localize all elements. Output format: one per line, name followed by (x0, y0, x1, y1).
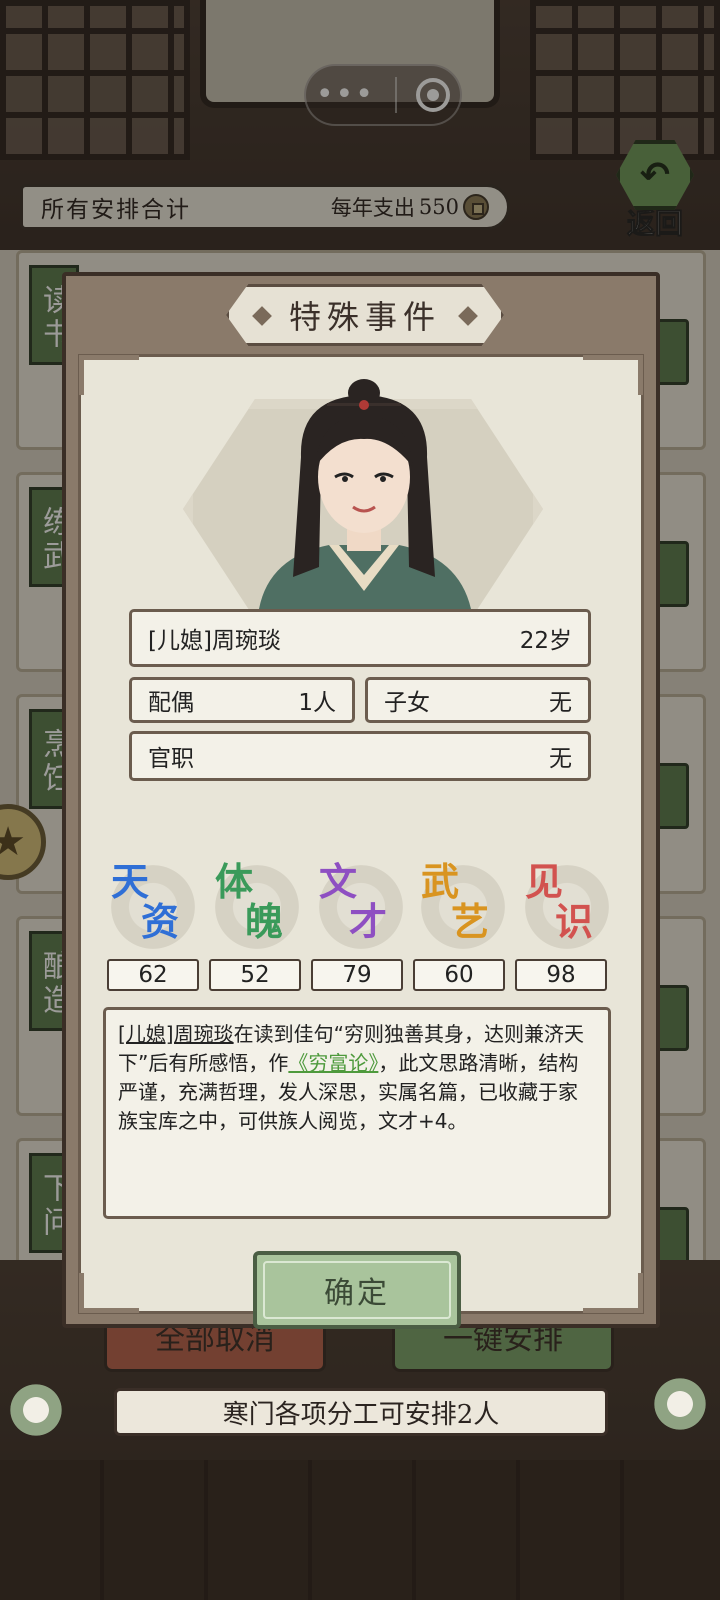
stat-char: 文 (319, 859, 358, 904)
stat-talent-value: 62 (107, 959, 199, 991)
stat-char: 体 (215, 859, 254, 904)
office-value: 无 (549, 746, 572, 772)
stat-char: 见 (525, 859, 564, 904)
stat-char: 识 (555, 899, 594, 944)
office-label: 官职 (148, 746, 194, 772)
children-label: 子女 (384, 690, 430, 716)
corner-ornament (79, 355, 139, 395)
stat-physique-value: 52 (209, 959, 301, 991)
stat-insight-value: 98 (515, 959, 607, 991)
character-portrait (259, 379, 471, 609)
stat-martial-label: 武 艺 (417, 859, 507, 951)
description-subject[interactable]: [儿媳]周琬琰 (118, 1022, 234, 1046)
diamond-ornament-icon (458, 306, 478, 326)
diamond-ornament-icon (252, 306, 272, 326)
stat-char: 武 (421, 859, 460, 904)
corner-ornament (583, 1273, 643, 1313)
dialog-title-plate: 特殊事件 (226, 284, 504, 346)
event-description: [儿媳]周琬琰在读到佳句“穷则独善其身，达则兼济天下”后有所感悟，作《穷富论》，… (103, 1007, 611, 1219)
stat-char: 资 (141, 899, 180, 944)
work-title-link[interactable]: 《穷富论》 (288, 1051, 378, 1075)
stat-talent-label: 天 资 (107, 859, 197, 951)
stat-insight-label: 见 识 (521, 859, 611, 951)
dialog-title: 特殊事件 (288, 298, 441, 336)
stat-char: 魄 (245, 899, 284, 944)
spouse-row: 配偶 1人 (129, 677, 355, 723)
character-age: 22岁 (519, 628, 572, 654)
office-row: 官职 无 (129, 731, 591, 781)
stat-literary-value: 79 (311, 959, 403, 991)
character-name: [儿媳]周琬琰 (148, 628, 281, 654)
corner-ornament (79, 1273, 139, 1313)
corner-ornament (583, 355, 643, 395)
stat-literary-label: 文 才 (315, 859, 405, 951)
dialog-body: [儿媳]周琬琰 22岁 配偶 1人 子女 无 官职 无 天 资 体 魄 文 才 (78, 354, 644, 1329)
spouse-label: 配偶 (148, 690, 194, 716)
confirm-button[interactable]: 确定 (253, 1251, 461, 1329)
stat-martial-value: 60 (413, 959, 505, 991)
flower-decoration-icon (6, 1380, 66, 1440)
stat-char: 才 (349, 899, 388, 944)
character-name-row: [儿媳]周琬琰 22岁 (129, 609, 591, 667)
confirm-button-label: 确定 (324, 1276, 390, 1311)
division-limit-note: 寒门各项分工可安排2人 (114, 1388, 608, 1436)
children-value: 无 (549, 690, 572, 716)
stat-char: 艺 (451, 899, 490, 944)
spouse-value: 1人 (298, 690, 336, 716)
stat-physique-label: 体 魄 (211, 859, 301, 951)
stat-char: 天 (111, 859, 150, 904)
special-event-dialog: 特殊事件 [儿媳]周琬琰 22岁 配偶 1人 子女 无 官职 无 天 资 体 魄… (62, 272, 660, 1329)
children-row: 子女 无 (365, 677, 591, 723)
flower-decoration-icon (650, 1374, 710, 1434)
